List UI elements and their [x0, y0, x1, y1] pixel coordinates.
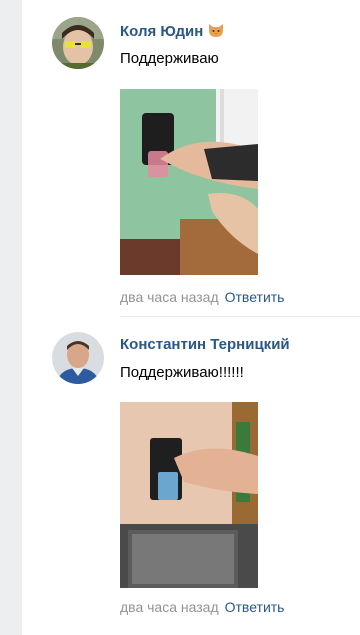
- comment-text: Поддерживаю: [120, 50, 219, 67]
- comment-photo[interactable]: [120, 89, 258, 275]
- cat-emoji-icon: [207, 22, 225, 42]
- comment-time[interactable]: два часа назад: [120, 289, 219, 305]
- comment-meta: два часа назад Ответить: [120, 599, 284, 615]
- comments-panel: Коля Юдин Поддерживаю два часа назад Отв…: [22, 0, 360, 635]
- reply-button[interactable]: Ответить: [225, 599, 285, 615]
- avatar[interactable]: [52, 332, 104, 384]
- comment-meta: два часа назад Ответить: [120, 289, 284, 305]
- comment-text: Поддерживаю!!!!!!: [120, 364, 244, 381]
- comment-time[interactable]: два часа назад: [120, 599, 219, 615]
- reply-button[interactable]: Ответить: [225, 289, 285, 305]
- comment-divider: [120, 316, 360, 317]
- comment-author[interactable]: Константин Терницкий: [120, 336, 290, 353]
- avatar[interactable]: [52, 17, 104, 69]
- author-name[interactable]: Коля Юдин: [120, 23, 203, 40]
- comment-photo[interactable]: [120, 402, 258, 588]
- comment-author[interactable]: Коля Юдин: [120, 22, 225, 42]
